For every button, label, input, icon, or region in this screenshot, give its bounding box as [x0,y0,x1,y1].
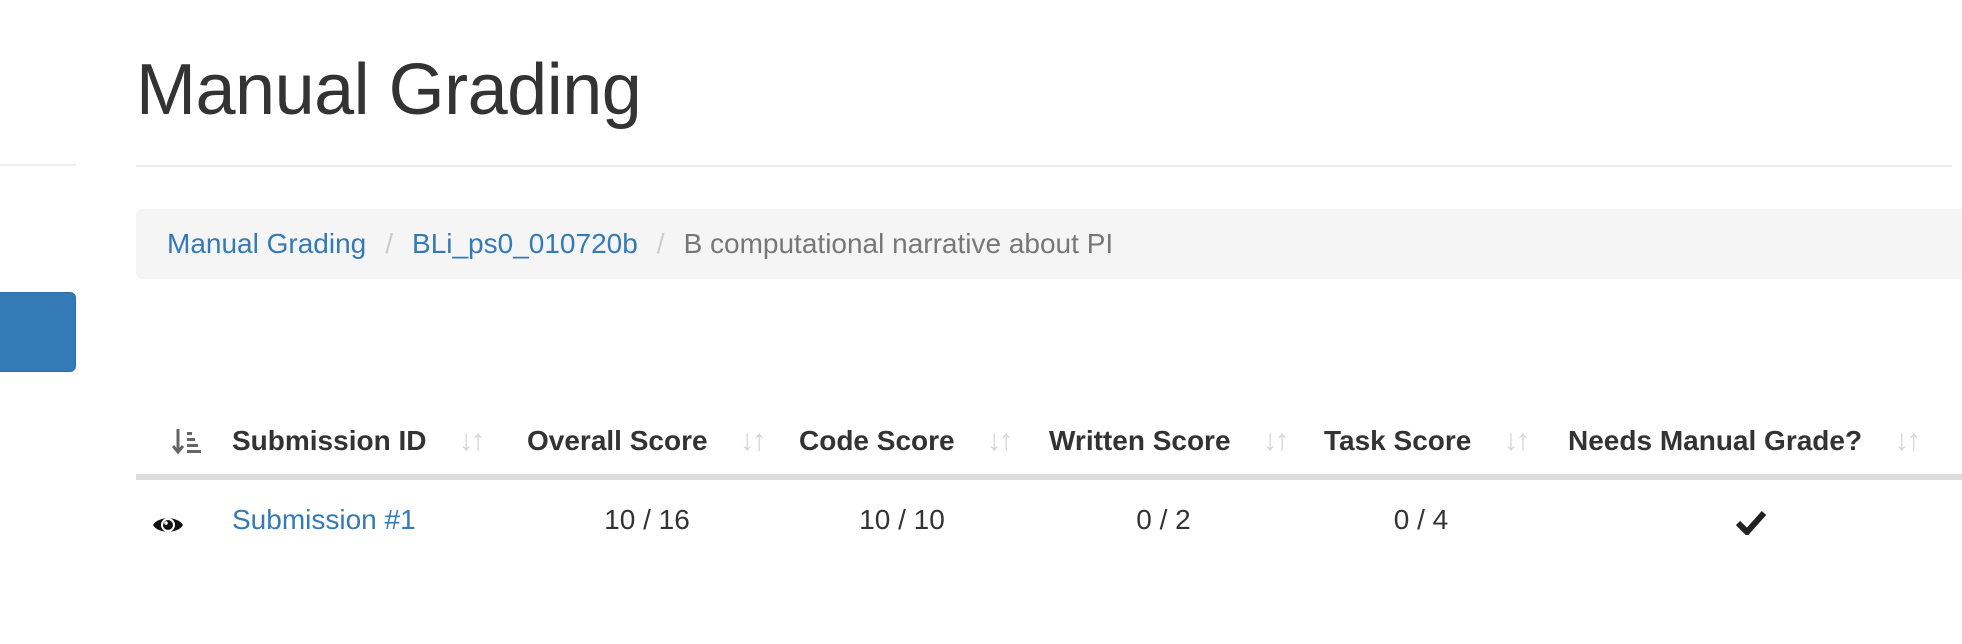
eye-icon[interactable] [152,511,184,533]
sort-icon[interactable]: ↓↑ [740,424,767,458]
column-header-code-score[interactable]: Code Score ↓↑ [799,408,1049,480]
view-cell [136,477,232,560]
column-header-overall-score[interactable]: Overall Score ↓↑ [527,408,799,480]
sort-icon[interactable]: ↓↑ [987,424,1014,458]
sort-amount-icon[interactable] [171,424,204,458]
breadcrumb-assignment-link[interactable]: BLi_ps0_010720b [412,228,638,260]
column-header-needs-manual-grade[interactable]: Needs Manual Grade? ↓↑ [1568,408,1962,480]
breadcrumb: Manual Grading / BLi_ps0_010720b / B com… [136,209,1962,279]
column-header-written-score[interactable]: Written Score ↓↑ [1049,408,1324,480]
sort-icon[interactable]: ↓↑ [1503,424,1530,458]
sort-icon[interactable]: ↓↑ [1263,424,1290,458]
table-header-row: Submission ID ↓↑ Overall Score ↓↑ Code S… [136,408,1962,480]
column-header-view[interactable] [136,408,232,480]
task-score: 0 / 4 [1393,504,1449,535]
breadcrumb-separator: / [656,228,665,259]
column-header-label: Written Score [1049,425,1231,456]
sidebar-active-button[interactable] [0,292,76,372]
column-header-label: Task Score [1324,425,1472,456]
overall-score-cell: 10 / 16 [527,477,799,560]
column-header-label: Submission ID [232,425,427,456]
code-score-cell: 10 / 10 [799,477,1049,560]
page-title: Manual Grading [136,50,642,130]
breadcrumb-separator: / [385,228,394,259]
column-header-submission-id[interactable]: Submission ID ↓↑ [232,408,527,480]
needs-manual-grade-cell [1568,477,1962,560]
sort-icon[interactable]: ↓↑ [1894,424,1921,458]
written-score: 0 / 2 [1136,504,1191,535]
column-header-task-score[interactable]: Task Score ↓↑ [1324,408,1568,480]
overall-score: 10 / 16 [604,504,690,535]
task-score-cell: 0 / 4 [1324,477,1568,560]
check-icon [1735,509,1767,536]
column-header-label: Needs Manual Grade? [1568,425,1863,456]
submission-cell: Submission #1 [232,477,527,560]
breadcrumb-current-notebook: B computational narrative about PI [683,228,1114,259]
sort-icon[interactable]: ↓↑ [458,424,485,458]
manual-grading-page: Manual Grading Manual Grading / BLi_ps0_… [0,0,1962,644]
submission-link[interactable]: Submission #1 [232,504,416,535]
code-score: 10 / 10 [859,504,945,535]
sidebar-divider [0,164,76,166]
submissions-table: Submission ID ↓↑ Overall Score ↓↑ Code S… [136,408,1962,560]
written-score-cell: 0 / 2 [1049,477,1324,560]
column-header-label: Overall Score [527,425,708,456]
breadcrumb-manual-grading-link[interactable]: Manual Grading [167,228,366,260]
header-divider [136,165,1952,167]
table-row: Submission #1 10 / 16 10 / 10 0 / 2 0 / … [136,477,1962,560]
column-header-label: Code Score [799,425,955,456]
